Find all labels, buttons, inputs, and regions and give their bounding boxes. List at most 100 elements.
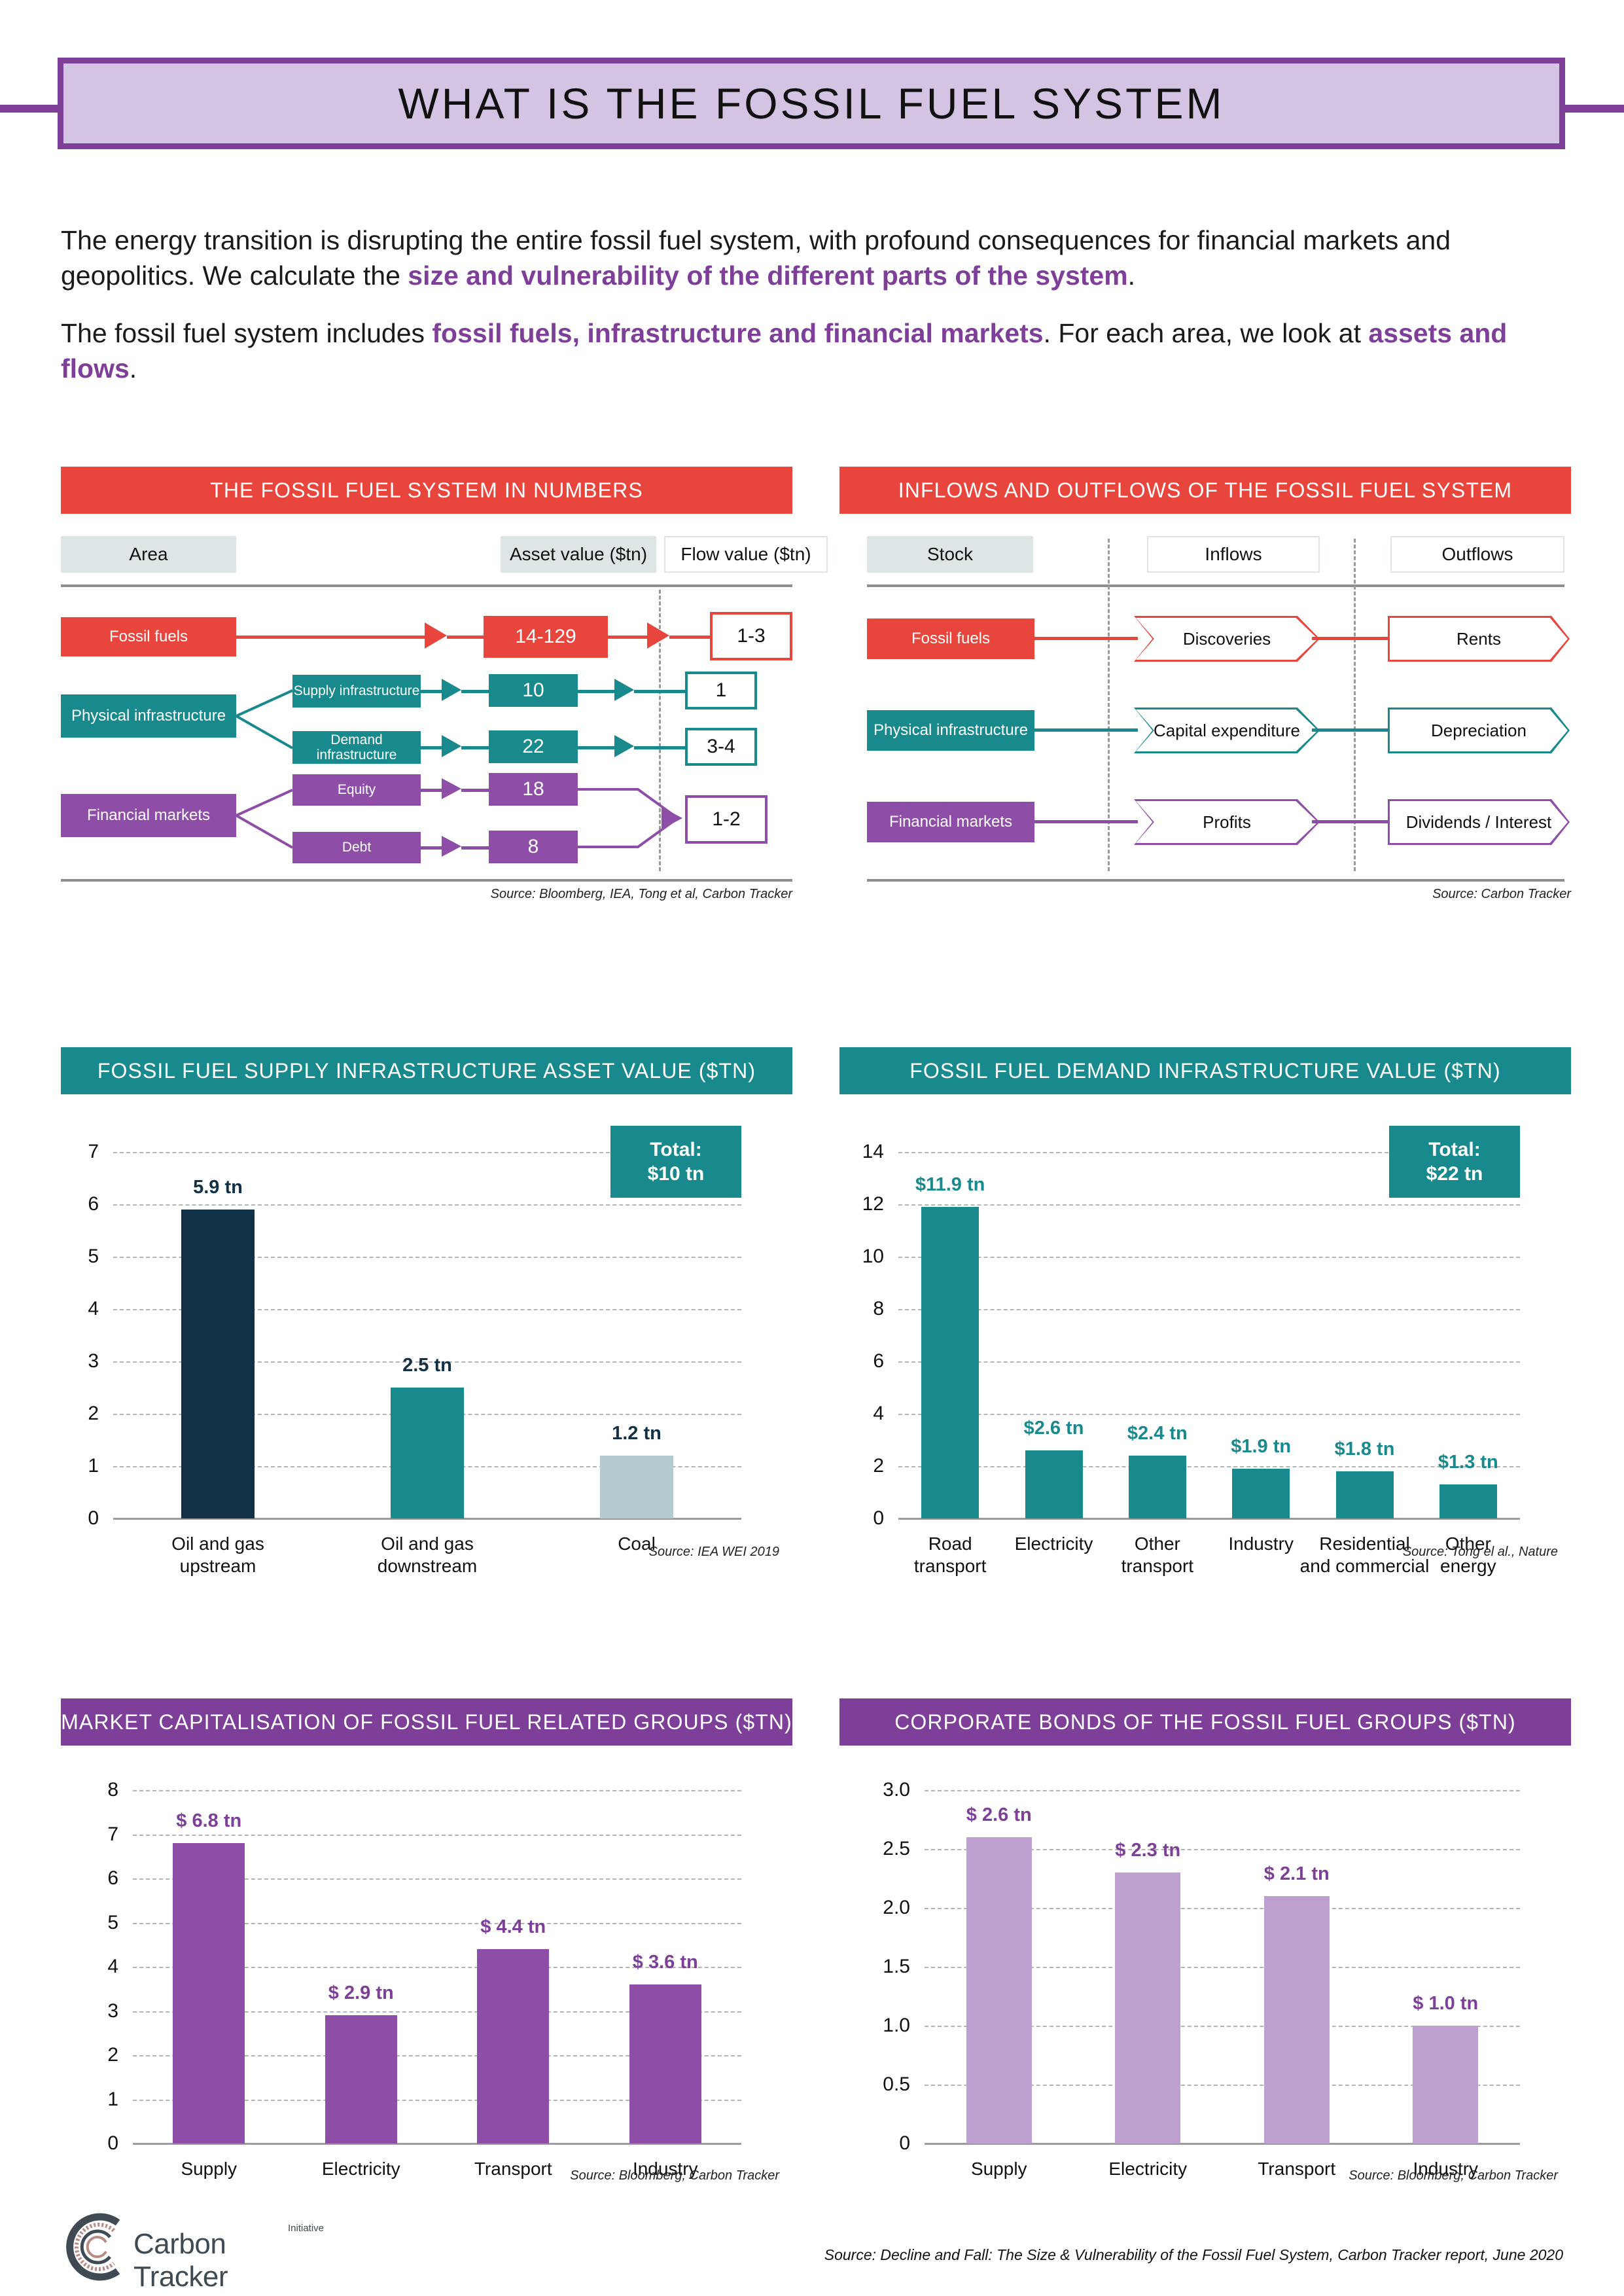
connector-flow-fm-1 — [1034, 820, 1138, 823]
flow-value-supply: 1 — [685, 672, 757, 709]
column-header-flow-value: Flow value ($tn) — [664, 536, 828, 573]
x-axis-tick-line: Electricity — [1014, 1534, 1093, 1554]
connector-debt-1 — [421, 846, 444, 850]
x-axis-tick-line: Industry — [1228, 1534, 1294, 1554]
arrow-demand-2 — [614, 735, 634, 757]
x-axis-tick-line: downstream — [377, 1555, 478, 1576]
flow-value-financial: 1-2 — [685, 795, 768, 844]
chart-total-value: $22 tn — [1426, 1163, 1483, 1185]
x-axis-tick-label: Electricity — [1015, 1533, 1093, 1555]
x-axis-tick-line: Electricity — [321, 2159, 400, 2179]
chart-gridline — [133, 1834, 741, 1836]
intro-p1-highlight: size and vulnerability of the different … — [408, 260, 1128, 291]
x-axis-tick-line: transport — [913, 1555, 987, 1576]
chart-bar — [921, 1207, 980, 1518]
branch-connectors-financial — [236, 789, 293, 849]
y-axis-tick-label: 2.5 — [883, 1838, 910, 1859]
intro-p1-part-b: . — [1127, 260, 1136, 291]
arrow-supply-2 — [614, 679, 634, 701]
x-axis-tick-label: Oil and gas downstream — [378, 1533, 478, 1577]
y-axis-tick-label: 10 — [862, 1246, 884, 1267]
chart-demand-plot: 0 2 4 6 8 10 12 14 $11.9 tn Road transport $2.6 tn E… — [862, 1126, 1520, 1576]
connector-supply-2 — [578, 690, 617, 693]
node-physical-infrastructure: Physical infrastructure — [61, 694, 236, 738]
outflow-dividends-label: Dividends / Interest — [1405, 812, 1552, 832]
chart-gridline — [898, 1361, 1520, 1363]
x-axis-tick-line: Transport — [474, 2159, 552, 2179]
panel-inflows-outflows: INFLOWS AND OUTFLOWS OF THE FOSSIL FUEL … — [839, 467, 1571, 938]
intro-p2-highlight-1: fossil fuels, infrastructure and financi… — [432, 318, 1044, 349]
asset-value-supply: 10 — [489, 674, 578, 707]
x-axis-tick-line: Residential — [1319, 1534, 1410, 1554]
chart-bar-value-label: 5.9 tn — [193, 1177, 243, 1198]
logo-wordmark: Carbon Tracker — [133, 2228, 228, 2293]
x-axis-tick-line: Supply — [970, 2159, 1027, 2179]
arrow-demand-1 — [442, 735, 461, 757]
chart-bonds-title: CORPORATE BONDS OF THE FOSSIL FUEL GROUP… — [839, 1698, 1571, 1746]
footer-divider-line — [61, 879, 792, 882]
panel-numbers-source: Source: Bloomberg, IEA, Tong et al, Carb… — [490, 887, 792, 901]
connector-ff-1b — [447, 636, 484, 639]
connector-debt-1b — [461, 846, 489, 850]
panel-flows-source: Source: Carbon Tracker — [1432, 887, 1571, 901]
intro-p2-part-a: The fossil fuel system includes — [61, 318, 432, 349]
asset-value-demand: 22 — [489, 730, 578, 763]
chart-bar — [1335, 1471, 1394, 1518]
stock-fossil-fuels: Fossil fuels — [867, 619, 1034, 659]
chart-marketcap-plot: 0 1 2 3 4 5 6 7 8 $ 6.8 tn Supply $ 2.9 tn Electrici… — [107, 1779, 741, 2179]
connector-ff-1 — [236, 636, 427, 639]
chart-bar — [1263, 1896, 1330, 2144]
chart-bar — [325, 2015, 397, 2144]
node-equity: Equity — [292, 774, 421, 806]
node-fossil-fuels: Fossil fuels — [61, 617, 236, 656]
y-axis-tick-label: 2 — [873, 1455, 884, 1477]
chart-marketcap-source: Source: Bloomberg, Carbon Tracker — [570, 2168, 779, 2183]
intro-p2-part-c: . — [129, 353, 137, 384]
chart-bonds-source: Source: Bloomberg, Carbon Tracker — [1349, 2168, 1558, 2183]
chart-gridline — [133, 1790, 741, 1791]
x-axis-tick-label: Supply — [971, 2158, 1027, 2180]
chart-axis-line — [898, 1518, 1520, 1520]
inflow-discoveries-shape: Discoveries — [1134, 616, 1320, 662]
chart-total-label: Total: — [650, 1138, 702, 1160]
chart-bar-value-label: $11.9 tn — [915, 1174, 985, 1195]
connector-flow-pi-2 — [1312, 728, 1390, 732]
chart-bar-value-label: $ 2.3 tn — [1115, 1840, 1181, 1861]
chart-bar — [173, 1843, 245, 2144]
connector-flow-ff-2 — [1312, 637, 1390, 640]
panel-fossil-fuel-system-in-numbers: THE FOSSIL FUEL SYSTEM IN NUMBERS Area A… — [61, 467, 828, 938]
y-axis-tick-label: 3.0 — [883, 1779, 910, 1801]
connector-demand-1b — [461, 746, 489, 749]
y-axis-tick-label: 6 — [107, 1867, 118, 1889]
chart-bar — [181, 1210, 255, 1518]
x-axis-tick-line: Oil and gas — [171, 1534, 264, 1554]
y-axis-tick-label: 0 — [873, 1507, 884, 1529]
x-axis-tick-label: Transport — [474, 2158, 552, 2180]
x-axis-tick-label: Supply — [181, 2158, 237, 2180]
column-header-outflows: Outflows — [1390, 536, 1564, 573]
node-supply-infrastructure: Supply infrastructure — [292, 675, 421, 708]
flow-value-fossil-fuels: 1-3 — [710, 612, 792, 660]
asset-value-debt: 8 — [489, 831, 578, 863]
x-axis-tick-line: Road — [928, 1534, 972, 1554]
inflow-profits-shape: Profits — [1134, 799, 1320, 845]
outflow-rents-shape: Rents — [1388, 616, 1570, 662]
asset-value-equity: 18 — [489, 773, 578, 806]
connector-supply-3 — [634, 690, 685, 693]
chart-bar-value-label: $1.8 tn — [1334, 1439, 1395, 1460]
y-axis-tick-label: 14 — [862, 1141, 884, 1162]
chart-bar — [629, 1984, 701, 2144]
y-axis-tick-label: 4 — [107, 1956, 118, 1977]
y-axis-tick-label: 4 — [873, 1403, 884, 1424]
connector-equity-1b — [461, 789, 489, 792]
chart-bar — [1115, 1873, 1181, 2144]
column-header-inflows: Inflows — [1147, 536, 1320, 573]
arrow-equity-1 — [442, 778, 461, 799]
y-axis-tick-label: 2 — [88, 1403, 99, 1424]
y-axis-tick-label: 1 — [88, 1455, 99, 1477]
chart-bar-value-label: 1.2 tn — [612, 1423, 662, 1444]
intro-paragraph-2: The fossil fuel system includes fossil f… — [61, 315, 1579, 386]
chart-bar-value-label: $ 4.4 tn — [480, 1916, 546, 1937]
chart-gridline — [898, 1414, 1520, 1415]
y-axis-tick-label: 12 — [862, 1193, 884, 1215]
